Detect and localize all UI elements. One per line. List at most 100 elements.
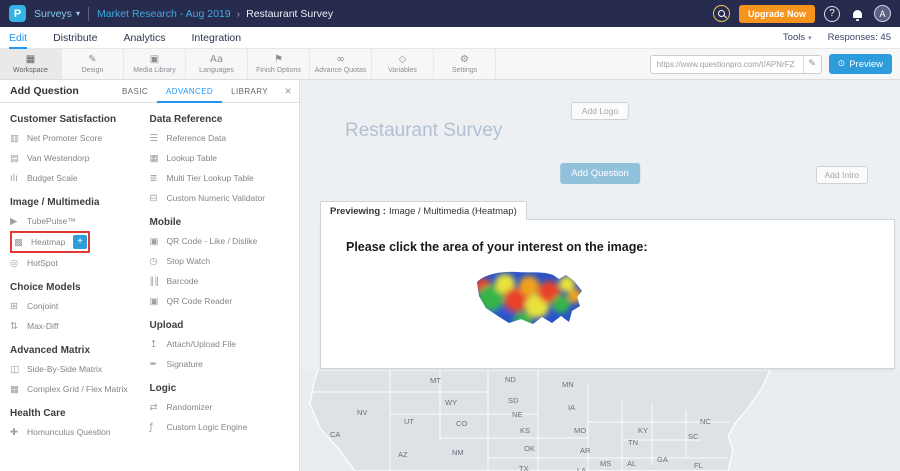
question-type-van-westendorp[interactable]: ▤Van Westendorp bbox=[10, 148, 150, 168]
toolbar-item-advance-quotas[interactable]: ∞Advance Quotas bbox=[310, 49, 372, 79]
survey-title[interactable]: Restaurant Survey bbox=[345, 120, 502, 142]
question-type-conjoint[interactable]: ⊞Conjoint bbox=[10, 296, 150, 316]
section-heading: Mobile bbox=[150, 217, 299, 228]
search-icon bbox=[718, 10, 725, 17]
topbar-divider bbox=[88, 7, 89, 21]
state-label-ks: KS bbox=[520, 426, 530, 435]
sidebar-tab-library[interactable]: LIBRARY bbox=[222, 80, 277, 103]
state-label-co: CO bbox=[456, 419, 467, 428]
max-diff-icon: ⇅ bbox=[10, 321, 27, 332]
question-type-label: Complex Grid / Flex Matrix bbox=[27, 384, 128, 394]
question-type-custom-logic-engine[interactable]: ƒCustom Logic Engine bbox=[150, 417, 299, 437]
topbar: P Surveys ▾ Market Research - Aug 2019 ›… bbox=[0, 0, 900, 27]
nav-tab-bar: Edit Distribute Analytics Integration bbox=[9, 27, 267, 49]
tab-edit[interactable]: Edit bbox=[9, 27, 27, 49]
sidebar-tab-basic[interactable]: BASIC bbox=[113, 80, 157, 103]
question-type-heatmap[interactable]: ▩Heatmap+ bbox=[10, 231, 90, 253]
section-heading: Health Care bbox=[10, 408, 150, 419]
tools-dropdown[interactable]: Tools ▾ bbox=[783, 32, 812, 43]
toolbar-item-design[interactable]: ✎Design bbox=[62, 49, 124, 79]
signature-icon: ✒ bbox=[150, 359, 167, 370]
tab-analytics[interactable]: Analytics bbox=[123, 27, 165, 49]
question-type-label: Heatmap bbox=[31, 237, 66, 247]
conjoint-icon: ⊞ bbox=[10, 301, 27, 312]
question-type-complex-grid-flex-matrix[interactable]: ▦Complex Grid / Flex Matrix bbox=[10, 379, 150, 399]
question-type-label: Budget Scale bbox=[27, 173, 78, 183]
close-icon[interactable]: ✕ bbox=[277, 86, 299, 97]
add-question-sidebar: Add Question BASICADVANCEDLIBRARY ✕ Cust… bbox=[0, 80, 300, 471]
user-avatar[interactable]: A bbox=[874, 5, 891, 22]
net-promoter-score-icon: ▥ bbox=[10, 133, 27, 144]
toolbar-item-workspace[interactable]: ▦Workspace bbox=[0, 49, 62, 79]
question-type-label: Max-Diff bbox=[27, 321, 59, 331]
question-type-qr-code-reader[interactable]: ▣QR Code Reader bbox=[150, 291, 299, 311]
question-type-budget-scale[interactable]: ılıBudget Scale bbox=[10, 168, 150, 188]
state-label-nm: NM bbox=[452, 448, 464, 457]
question-type-randomizer[interactable]: ⇄Randomizer bbox=[150, 397, 299, 417]
question-type-barcode[interactable]: ∥∥Barcode bbox=[150, 271, 299, 291]
question-type-label: Van Westendorp bbox=[27, 153, 90, 163]
sidebar-tab-advanced[interactable]: ADVANCED bbox=[157, 80, 222, 103]
question-type-homunculus-question[interactable]: ✚Homunculus Question bbox=[10, 422, 150, 442]
chevron-down-icon: ▾ bbox=[808, 34, 812, 42]
questionpro-app: P Surveys ▾ Market Research - Aug 2019 ›… bbox=[0, 0, 900, 471]
surveys-menu[interactable]: Surveys ▾ bbox=[34, 8, 80, 20]
add-question-button[interactable]: Add Question bbox=[560, 163, 640, 184]
help-button[interactable]: ? bbox=[824, 6, 840, 22]
breadcrumb-parent[interactable]: Market Research - Aug 2019 bbox=[97, 8, 231, 20]
sidebar-column-2: Data Reference☰Reference Data▦Lookup Tab… bbox=[150, 105, 299, 442]
question-type-reference-data[interactable]: ☰Reference Data bbox=[150, 128, 299, 148]
question-text: Please click the area of your interest o… bbox=[346, 240, 894, 254]
question-type-label: TubePulse™ bbox=[27, 216, 76, 226]
toolbar-item-variables[interactable]: ◇Variables bbox=[372, 49, 434, 79]
question-type-lookup-table[interactable]: ▦Lookup Table bbox=[150, 148, 299, 168]
question-type-custom-numeric-validator[interactable]: ⊟Custom Numeric Validator bbox=[150, 188, 299, 208]
question-type-qr-code-like-dislike[interactable]: ▣QR Code - Like / Dislike bbox=[150, 231, 299, 251]
toolbar-item-settings[interactable]: ⚙Settings bbox=[434, 49, 496, 79]
edit-url-icon[interactable]: ✎ bbox=[803, 56, 821, 73]
question-type-side-by-side-matrix[interactable]: ◫Side-By-Side Matrix bbox=[10, 359, 150, 379]
question-type-multi-tier-lookup-table[interactable]: ≣Multi Tier Lookup Table bbox=[150, 168, 299, 188]
question-type-tubepulse[interactable]: ▶TubePulse™ bbox=[10, 211, 150, 231]
question-type-hotspot[interactable]: ◎HotSpot bbox=[10, 253, 150, 273]
survey-url-text: https://www.questionpro.com/t/APNrFZ bbox=[651, 60, 803, 69]
question-type-label: QR Code - Like / Dislike bbox=[167, 236, 258, 246]
question-type-max-diff[interactable]: ⇅Max-Diff bbox=[10, 316, 150, 336]
notifications-button[interactable] bbox=[849, 6, 865, 22]
heatmap-image-wrap bbox=[471, 266, 894, 345]
tab-integration[interactable]: Integration bbox=[191, 27, 241, 49]
toolbar-item-finish-options[interactable]: ⚑ Finish Options bbox=[248, 49, 310, 79]
topbar-actions: Upgrade Now ? A bbox=[713, 5, 891, 23]
toolbar-item-label: Finish Options bbox=[256, 67, 301, 74]
question-type-label: Homunculus Question bbox=[27, 427, 111, 437]
qr-code-reader-icon: ▣ bbox=[150, 296, 167, 307]
question-type-signature[interactable]: ✒Signature bbox=[150, 354, 299, 374]
add-logo-button[interactable]: Add Logo bbox=[571, 102, 629, 120]
question-type-label: QR Code Reader bbox=[167, 296, 233, 306]
preview-button[interactable]: ⊙ Preview bbox=[829, 54, 892, 74]
add-heatmap-button[interactable]: + bbox=[73, 235, 87, 249]
survey-url-box[interactable]: https://www.questionpro.com/t/APNrFZ ✎ bbox=[650, 55, 822, 74]
responses-count[interactable]: Responses: 45 bbox=[828, 32, 891, 43]
question-type-label: Reference Data bbox=[167, 133, 227, 143]
finish-options-icon: ⚑ bbox=[274, 55, 283, 65]
question-type-net-promoter-score[interactable]: ▥Net Promoter Score bbox=[10, 128, 150, 148]
tab-distribute[interactable]: Distribute bbox=[53, 27, 97, 49]
section-heading: Customer Satisfaction bbox=[10, 114, 150, 125]
question-type-stop-watch[interactable]: ◷Stop Watch bbox=[150, 251, 299, 271]
state-label-az: AZ bbox=[398, 450, 408, 459]
us-map-background: MTNDMNWYSDIANVNEUTCOKSMOKYNCSCTNCAOKARAZ… bbox=[300, 370, 900, 471]
search-button[interactable] bbox=[713, 5, 730, 22]
heatmap-usa-image[interactable] bbox=[471, 266, 587, 340]
toolbar-item-media-library[interactable]: ▣Media Library bbox=[124, 49, 186, 79]
question-type-attach-upload-file[interactable]: ↥Attach/Upload File bbox=[150, 334, 299, 354]
add-intro-button[interactable]: Add Intro bbox=[816, 166, 869, 184]
variables-icon: ◇ bbox=[399, 55, 407, 65]
question-type-label: Conjoint bbox=[27, 301, 58, 311]
toolbar-item-languages[interactable]: AaLanguages bbox=[186, 49, 248, 79]
state-label-sd: SD bbox=[508, 396, 518, 405]
state-label-la: LA bbox=[577, 466, 586, 471]
upgrade-now-button[interactable]: Upgrade Now bbox=[739, 5, 815, 23]
questionpro-logo[interactable]: P bbox=[9, 5, 26, 22]
main-nav: Edit Distribute Analytics Integration Tools… bbox=[0, 27, 900, 49]
